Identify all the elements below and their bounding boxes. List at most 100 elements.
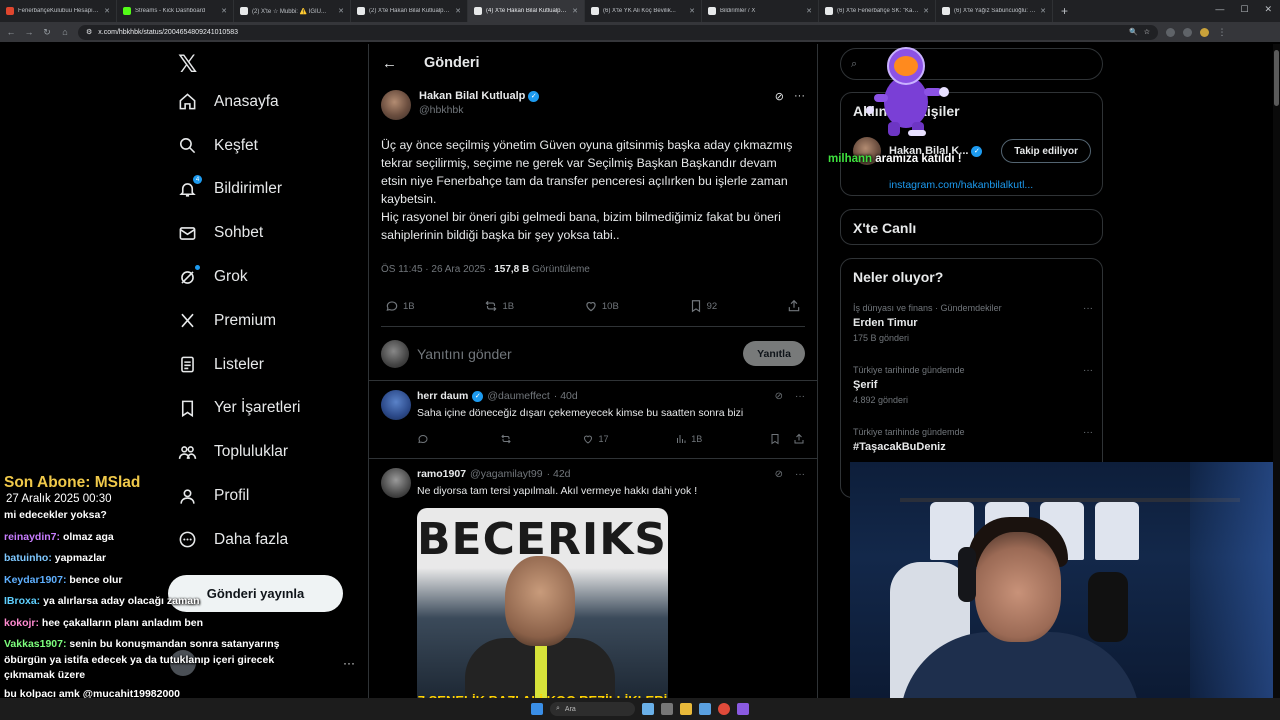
reply-age[interactable]: · 42d (547, 468, 571, 480)
page-scrollbar[interactable] (1273, 44, 1280, 698)
reply-button[interactable]: 1B (385, 297, 415, 315)
close-icon[interactable]: ✕ (806, 7, 812, 15)
store-icon[interactable] (699, 703, 711, 715)
scrollbar-thumb[interactable] (1274, 50, 1279, 106)
grok-icon[interactable]: ⊘ (775, 90, 784, 103)
grok-icon[interactable]: ⊘ (775, 469, 783, 480)
nav-item-yer-i-şaretleri[interactable]: Yer İşaretleri (168, 387, 358, 431)
views-button[interactable]: 1B (675, 430, 702, 448)
author-name[interactable]: Hakan Bilal Kutlualp (419, 90, 525, 102)
more-icon[interactable]: ··· (795, 391, 805, 402)
reply-image[interactable]: BECERIKSIZ 7 SENELİK BAZI ALİ KOÇ REZİLL… (417, 508, 668, 708)
new-tab-icon[interactable]: + (1053, 4, 1076, 18)
browser-tab[interactable]: (2) X'te ☆ Mubbi: ⚠️ IGIU... ✕ (234, 0, 351, 22)
nav-item-sohbet[interactable]: Sohbet (168, 211, 358, 255)
back-arrow-icon[interactable]: ← (382, 55, 397, 72)
profile-avatar-icon[interactable] (1200, 27, 1209, 37)
close-icon[interactable]: ✕ (221, 7, 227, 15)
close-icon[interactable]: ✕ (1264, 4, 1272, 15)
taskbar-search[interactable]: ⌕ Ara (550, 702, 635, 716)
minimize-icon[interactable]: — (1215, 4, 1224, 15)
following-button[interactable]: Takip ediliyor (1001, 139, 1091, 163)
app-icon[interactable] (737, 703, 749, 715)
nav-item-anasayfa[interactable]: Anasayfa (168, 80, 358, 124)
reply-age[interactable]: · 40d (554, 390, 578, 402)
chrome-icon[interactable] (718, 703, 730, 715)
close-icon[interactable]: ✕ (572, 7, 578, 15)
reply-author-name[interactable]: ramo1907 (417, 468, 466, 480)
reply-tweet[interactable]: ramo1907 @yagamilayt99 · 42d ⊘ ··· Ne di… (369, 459, 817, 708)
bookmark-button[interactable]: 92 (689, 297, 717, 315)
maximize-icon[interactable]: ☐ (1240, 4, 1248, 15)
close-icon[interactable]: ✕ (1040, 7, 1046, 15)
extension-icon[interactable] (1183, 27, 1192, 37)
reply-input[interactable]: Yanıtını gönder (417, 346, 735, 362)
more-icon[interactable]: ··· (343, 656, 355, 670)
reply-avatar[interactable] (381, 390, 411, 420)
browser-tab[interactable]: (4) X'te Hakan Bilal Kutlualp: ... ✕ (468, 0, 585, 22)
nav-item-topluluklar[interactable]: Topluluklar (168, 430, 358, 474)
author-handle[interactable]: @hbkhbk (419, 104, 767, 116)
profile-link[interactable]: instagram.com/hakanbilalkutl... (889, 179, 1033, 191)
reply-author-handle[interactable]: @daumeffect (487, 390, 549, 402)
x-logo-icon[interactable]: 𝕏 (168, 50, 208, 80)
close-icon[interactable]: ✕ (104, 7, 110, 15)
author-avatar[interactable] (381, 90, 411, 120)
browser-tab[interactable]: Bildirimler / X ✕ (702, 0, 819, 22)
like-button[interactable]: 17 (582, 430, 608, 448)
forward-icon[interactable]: → (24, 27, 34, 37)
url-field[interactable]: ⚙ x.com/hbkhbk/status/200465480924101058… (78, 24, 1158, 40)
tweet-timestamp[interactable]: ÖS 11:45 · 26 Ara 2025 · (381, 264, 494, 275)
browser-tab[interactable]: (6) X'te Fenerbahçe SK: "Kamu... ✕ (819, 0, 936, 22)
more-icon[interactable]: ··· (1083, 427, 1093, 438)
more-icon[interactable]: ··· (794, 90, 805, 103)
file-explorer-icon[interactable] (680, 703, 692, 715)
nav-item-bildirimler[interactable]: 4 Bildirimler (168, 168, 358, 212)
start-icon[interactable] (531, 703, 543, 715)
extension-icon[interactable] (1166, 27, 1175, 37)
like-button[interactable]: 10B (584, 297, 619, 315)
repost-button[interactable]: 1B (484, 297, 514, 315)
more-icon[interactable]: ··· (1083, 365, 1093, 376)
nav-item-premium[interactable]: Premium (168, 299, 358, 343)
widgets-icon[interactable] (642, 703, 654, 715)
close-icon[interactable]: ✕ (923, 7, 929, 15)
browser-tab[interactable]: (6) X'te Yağız Sabuncuoğlu: "... ✕ (936, 0, 1053, 22)
reply-author-handle[interactable]: @yagamilayt99 (470, 468, 543, 480)
trend-item[interactable]: İş dünyası ve finans · Gündemdekiler Erd… (853, 303, 1093, 343)
nav-item-grok[interactable]: Grok (168, 255, 358, 299)
reload-icon[interactable]: ↻ (42, 27, 52, 38)
browser-tab[interactable]: (2) X'te Hakan Bilal Kutlualp: ... ✕ (351, 0, 468, 22)
url-text[interactable]: x.com/hbkhbk/status/2004654809241010583 (98, 29, 1123, 36)
reply-tweet[interactable]: herr daum ✓ @daumeffect · 40d ⊘ ··· Saha… (369, 381, 817, 459)
nav-item-listeler[interactable]: Listeler (168, 343, 358, 387)
reply-author-name[interactable]: herr daum (417, 390, 468, 402)
browser-tab[interactable]: FenerbahçeKulubuu Hesapı - Web✕ (0, 0, 117, 22)
browser-tab[interactable]: (6) X'te YK Ali Koç Bevilik... ✕ (585, 0, 702, 22)
trend-item[interactable]: Türkiye tarihinde gündemde #TaşacakBuDen… (853, 427, 1093, 457)
more-icon[interactable]: ··· (1083, 303, 1093, 314)
task-view-icon[interactable] (661, 703, 673, 715)
trend-item[interactable]: Türkiye tarihinde gündemde Şerif 4.892 g… (853, 365, 1093, 405)
browser-tab[interactable]: Streams - Kick Dashboard ✕ (117, 0, 234, 22)
home-icon[interactable]: ⌂ (60, 27, 70, 37)
repost-button[interactable] (500, 430, 516, 448)
zoom-icon[interactable]: 🔍 (1129, 28, 1138, 36)
nav-item-keşfet[interactable]: Keşfet (168, 124, 358, 168)
more-icon[interactable]: ··· (795, 469, 805, 480)
close-icon[interactable]: ✕ (455, 7, 461, 15)
bookmark-button[interactable] (769, 430, 781, 448)
menu-icon[interactable]: ⋮ (1217, 27, 1227, 38)
reply-submit-button[interactable]: Yanıtla (743, 341, 805, 366)
reply-avatar[interactable] (381, 468, 411, 498)
grok-icon[interactable]: ⊘ (775, 391, 783, 402)
star-icon[interactable]: ☆ (1144, 28, 1150, 36)
close-icon[interactable]: ✕ (689, 7, 695, 15)
back-icon[interactable]: ← (6, 27, 16, 37)
site-info-icon[interactable]: ⚙ (86, 28, 92, 36)
reply-button[interactable] (417, 430, 433, 448)
share-button[interactable] (793, 430, 805, 448)
share-button[interactable] (787, 297, 801, 315)
close-icon[interactable]: ✕ (338, 7, 344, 15)
live-card[interactable]: X'te Canlı (840, 209, 1103, 245)
